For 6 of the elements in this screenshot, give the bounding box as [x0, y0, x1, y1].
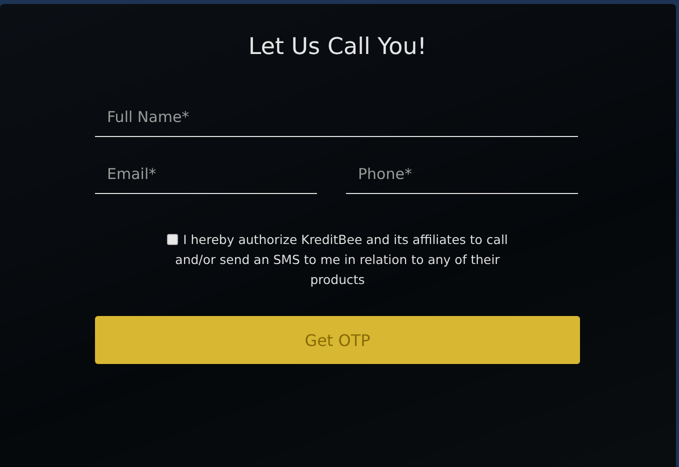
- input-field[interactable]: Phone*: [346, 157, 578, 194]
- consent-text: I hereby authorize KreditBee and its affiliates to call and/or send an SMS to me in relation to any of their products: [175, 232, 508, 287]
- form-title: Let Us Call You!: [247, 34, 428, 60]
- consent-checkbox[interactable]: [167, 234, 178, 245]
- input-field[interactable]: Full Name*: [95, 100, 578, 137]
- input-field[interactable]: Email*: [95, 157, 317, 194]
